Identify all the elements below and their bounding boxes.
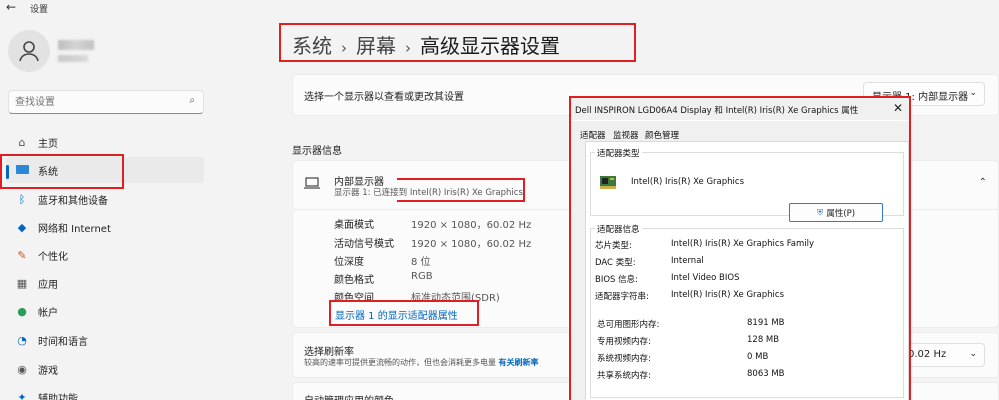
gaming-icon: ◉	[17, 362, 27, 376]
username-blurred	[58, 40, 94, 50]
app-title: 设置	[30, 5, 49, 15]
detail-label: 位深度	[334, 257, 364, 268]
detail-label: 桌面模式	[334, 220, 374, 231]
shield-icon: ⛨	[816, 207, 824, 218]
sidebar-item-label: 主页	[38, 138, 58, 150]
info-value: Internal	[671, 256, 704, 266]
info-key: BIOS 信息:	[595, 275, 638, 285]
network-icon: ◆	[17, 220, 27, 234]
dialog-title: Dell INSPIRON LGD06A4 Display 和 Intel(R)…	[575, 106, 859, 116]
info-value: Intel(R) Iris(R) Xe Graphics	[671, 290, 784, 300]
sidebar-item-label: 帐户	[38, 307, 58, 319]
chevron-down-icon: ⌄	[969, 88, 977, 98]
select-display-label: 选择一个显示器以查看或更改其设置	[304, 92, 464, 103]
highlight-box-adapter	[397, 178, 525, 202]
memory-value: 8191 MB	[747, 318, 785, 328]
chevron-up-icon[interactable]: ⌃	[979, 177, 987, 188]
adapter-type-group: 适配器类型 Intel(R) Iris(R) Xe Graphics ⛨ 属性(…	[590, 147, 904, 222]
display-info-title: 显示器信息	[292, 146, 342, 157]
refresh-rate-description: 较高的速率可提供更流畅的动作，但也会消耗更多电量 有关刷新率	[304, 358, 539, 367]
detail-value: RGB	[411, 271, 433, 282]
tab-monitor[interactable]: 监视器	[613, 129, 639, 141]
sidebar-item-label: 个性化	[38, 251, 68, 263]
sidebar-item-personalization[interactable]: ✎ 个性化	[6, 242, 204, 268]
sidebar-item-network[interactable]: ◆ 网络和 Internet	[6, 214, 204, 240]
sidebar-item-accounts[interactable]: ● 帐户	[6, 298, 204, 324]
refresh-rate-value: 0.02 Hz	[908, 349, 947, 360]
adapter-type-label: 适配器类型	[595, 147, 642, 159]
sidebar-item-label: 辅助功能	[38, 393, 78, 400]
info-key: DAC 类型:	[595, 258, 636, 268]
apps-icon: ▦	[16, 276, 28, 290]
bluetooth-icon: ᛒ	[18, 192, 26, 206]
monitor-icon	[304, 177, 320, 192]
search-box[interactable]: ⌕	[8, 90, 204, 114]
memory-value: 8063 MB	[747, 369, 785, 379]
refresh-rate-more-link[interactable]: 有关刷新率	[499, 358, 539, 367]
adapter-info-label: 适配器信息	[595, 223, 642, 235]
memory-key: 总可用图形内存:	[597, 320, 660, 330]
search-icon[interactable]: ⌕	[189, 95, 195, 106]
memory-key: 共享系统内存:	[597, 371, 651, 381]
sidebar-item-time-language[interactable]: ◔ 时间和语言	[6, 327, 204, 353]
info-value: Intel Video BIOS	[671, 273, 740, 283]
avatar[interactable]	[8, 30, 50, 72]
sidebar-item-label: 网络和 Internet	[38, 223, 111, 235]
chevron-down-icon: ⌄	[969, 349, 977, 359]
memory-value: 128 MB	[747, 335, 780, 345]
sidebar-item-label: 游戏	[38, 365, 58, 377]
adapter-tab-panel: 适配器类型 Intel(R) Iris(R) Xe Graphics ⛨ 属性(…	[585, 141, 909, 400]
title-divider	[571, 120, 909, 121]
time-language-icon: ◔	[17, 333, 27, 347]
refresh-rate-dropdown[interactable]: 0.02 Hz ⌄	[899, 343, 985, 367]
memory-key: 系统视频内存:	[597, 354, 651, 364]
adapter-info-group: 适配器信息 芯片类型: Intel(R) Iris(R) Xe Graphics…	[590, 223, 904, 398]
sidebar-item-home[interactable]: ⌂ 主页	[6, 129, 204, 155]
detail-value: 1920 × 1080，60.02 Hz	[411, 239, 532, 250]
accessibility-icon: ✦	[17, 390, 27, 400]
sidebar-item-bluetooth[interactable]: ᛒ 蓝牙和其他设备	[6, 186, 204, 212]
graphics-card-icon	[599, 173, 617, 191]
memory-value: 0 MB	[747, 352, 769, 362]
sidebar-item-apps[interactable]: ▦ 应用	[6, 270, 204, 296]
info-key: 适配器字符串:	[595, 292, 649, 302]
detail-label: 活动信号模式	[334, 239, 394, 250]
highlight-box-link	[329, 300, 479, 326]
sidebar-item-accessibility[interactable]: ✦ 辅助功能	[6, 384, 204, 400]
info-value: Intel(R) Iris(R) Xe Graphics Family	[671, 239, 815, 249]
detail-value: 8 位	[411, 257, 431, 268]
properties-button[interactable]: ⛨ 属性(P)	[789, 203, 883, 222]
adapter-properties-dialog: Dell INSPIRON LGD06A4 Display 和 Intel(R)…	[569, 96, 911, 400]
home-icon: ⌂	[18, 135, 26, 149]
personalization-icon: ✎	[17, 248, 27, 262]
properties-button-label: 属性(P)	[826, 208, 856, 219]
highlight-box-breadcrumb	[279, 23, 636, 62]
highlight-box-system	[0, 154, 124, 189]
refresh-rate-title: 选择刷新率	[304, 347, 354, 358]
sidebar-item-label: 时间和语言	[38, 336, 88, 348]
accounts-icon: ●	[17, 304, 27, 318]
detail-label: 颜色格式	[334, 275, 374, 286]
sidebar-item-label: 蓝牙和其他设备	[38, 195, 108, 207]
adapter-name: Intel(R) Iris(R) Xe Graphics	[631, 177, 744, 187]
tab-adapter[interactable]: 适配器	[580, 129, 606, 141]
color-management-title: 自动管理应用的颜色	[304, 392, 394, 400]
email-blurred	[58, 55, 88, 62]
info-key: 芯片类型:	[595, 241, 632, 251]
back-button[interactable]: ←	[6, 0, 16, 14]
close-icon[interactable]: ✕	[893, 101, 903, 115]
detail-value: 1920 × 1080，60.02 Hz	[411, 220, 532, 231]
sidebar-item-gaming[interactable]: ◉ 游戏	[6, 356, 204, 382]
memory-key: 专用视频内存:	[597, 337, 651, 347]
sidebar-item-label: 应用	[38, 279, 58, 291]
tab-color-management[interactable]: 颜色管理	[645, 129, 679, 141]
search-input[interactable]	[9, 91, 169, 113]
user-icon	[19, 41, 39, 62]
